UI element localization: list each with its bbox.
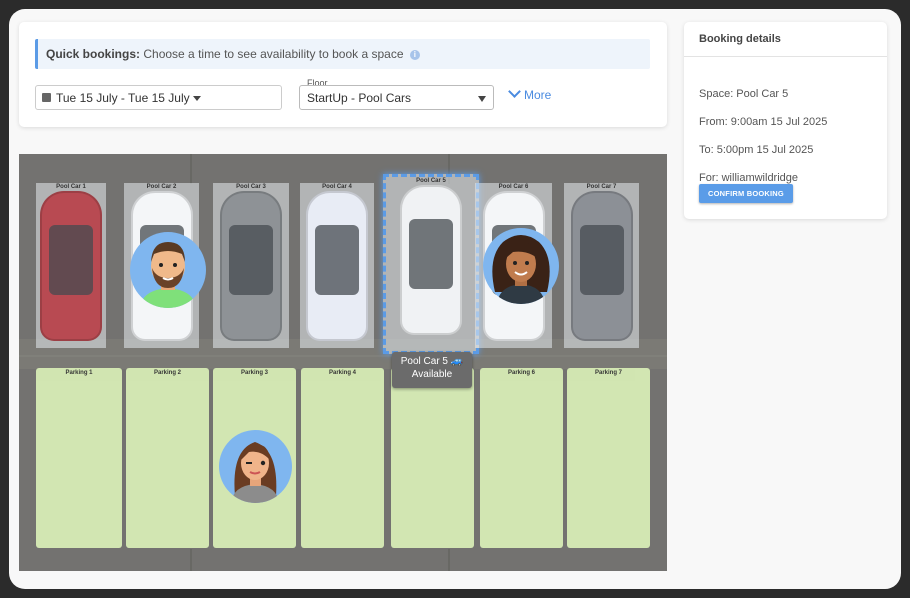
car-image <box>40 191 102 341</box>
pool-car-label: Pool Car 2 <box>146 184 177 190</box>
date-range-value: Tue 15 July - Tue 15 July <box>56 91 190 105</box>
calendar-icon <box>42 93 51 103</box>
parking-label: Parking 4 <box>328 370 356 376</box>
pool-car-spot-1[interactable]: Pool Car 1 <box>36 183 106 348</box>
pool-car-label: Pool Car 5 <box>416 178 446 184</box>
booking-details-card: Booking details Space: Pool Car 5 From: … <box>684 22 887 219</box>
pool-car-spot-3[interactable]: Pool Car 3 <box>213 183 289 348</box>
confirm-booking-button[interactable]: CONFIRM BOOKING <box>699 184 793 203</box>
quick-bookings-text: Choose a time to see availability to boo… <box>143 47 404 61</box>
car-image <box>570 191 633 341</box>
parking-spot-2[interactable]: Parking 2 <box>126 368 209 548</box>
tooltip-title: Pool Car 5 <box>400 356 448 367</box>
quick-bookings-banner: Quick bookings: Choose a time to see ava… <box>35 39 650 69</box>
quick-bookings-title: Quick bookings: <box>46 47 141 61</box>
quick-bookings-card: Quick bookings: Choose a time to see ava… <box>19 22 667 127</box>
user-avatar-woman-wink[interactable] <box>219 430 292 503</box>
booking-for: For: williamwildridge <box>699 172 799 184</box>
parking-map: Pool Car 1 Pool Car 2 Pool Car 3 Pool Car 4… <box>19 154 667 571</box>
booking-to: To: 5:00pm 15 Jul 2025 <box>699 144 814 156</box>
more-label: More <box>524 88 552 102</box>
car-image <box>220 191 282 341</box>
dropdown-arrow-icon <box>478 96 486 102</box>
parking-spot-5[interactable] <box>391 368 474 548</box>
pool-car-label: Pool Car 4 <box>322 184 352 190</box>
parking-spot-6[interactable]: Parking 6 <box>480 368 563 548</box>
booking-details-title: Booking details <box>684 22 887 57</box>
caret-down-icon <box>192 96 201 102</box>
pool-car-spot-7[interactable]: Pool Car 7 <box>564 183 639 348</box>
booking-space: Space: Pool Car 5 <box>699 88 789 100</box>
pool-car-label: Pool Car 6 <box>498 184 529 190</box>
user-avatar-woman-curly[interactable] <box>483 228 559 304</box>
floor-select-value: StartUp - Pool Cars <box>307 91 412 105</box>
parking-spot-4[interactable]: Parking 4 <box>301 368 384 548</box>
booking-from: From: 9:00am 15 Jul 2025 <box>699 116 828 128</box>
user-avatar-man[interactable] <box>130 232 206 308</box>
app-window: Quick bookings: Choose a time to see ava… <box>9 9 901 589</box>
date-range-picker[interactable]: Tue 15 July - Tue 15 July <box>35 85 282 110</box>
space-tooltip: Pool Car 5 🚙 Available <box>392 352 472 388</box>
pool-car-label: Pool Car 7 <box>586 184 617 190</box>
parking-spot-1[interactable]: Parking 1 <box>36 368 122 548</box>
car-image <box>400 185 462 335</box>
pool-car-label: Pool Car 1 <box>56 184 86 190</box>
parking-label: Parking 1 <box>65 370 93 376</box>
floor-select[interactable]: StartUp - Pool Cars <box>299 85 494 110</box>
parking-label: Parking 2 <box>153 370 181 376</box>
pool-car-spot-5[interactable]: Pool Car 5 <box>383 174 479 354</box>
car-image <box>306 191 368 341</box>
car-icon: 🚙 <box>450 356 464 367</box>
chevron-down-icon <box>508 85 521 98</box>
more-button[interactable]: More <box>508 85 552 102</box>
info-icon[interactable]: i <box>409 49 420 60</box>
tooltip-status: Available <box>411 369 453 380</box>
parking-spot-7[interactable]: Parking 7 <box>567 368 650 548</box>
pool-car-spot-4[interactable]: Pool Car 4 <box>300 183 374 348</box>
parking-label: Parking 3 <box>240 370 268 376</box>
parking-label: Parking 7 <box>594 370 622 376</box>
parking-label: Parking 6 <box>507 370 535 376</box>
pool-car-label: Pool Car 3 <box>236 184 266 190</box>
